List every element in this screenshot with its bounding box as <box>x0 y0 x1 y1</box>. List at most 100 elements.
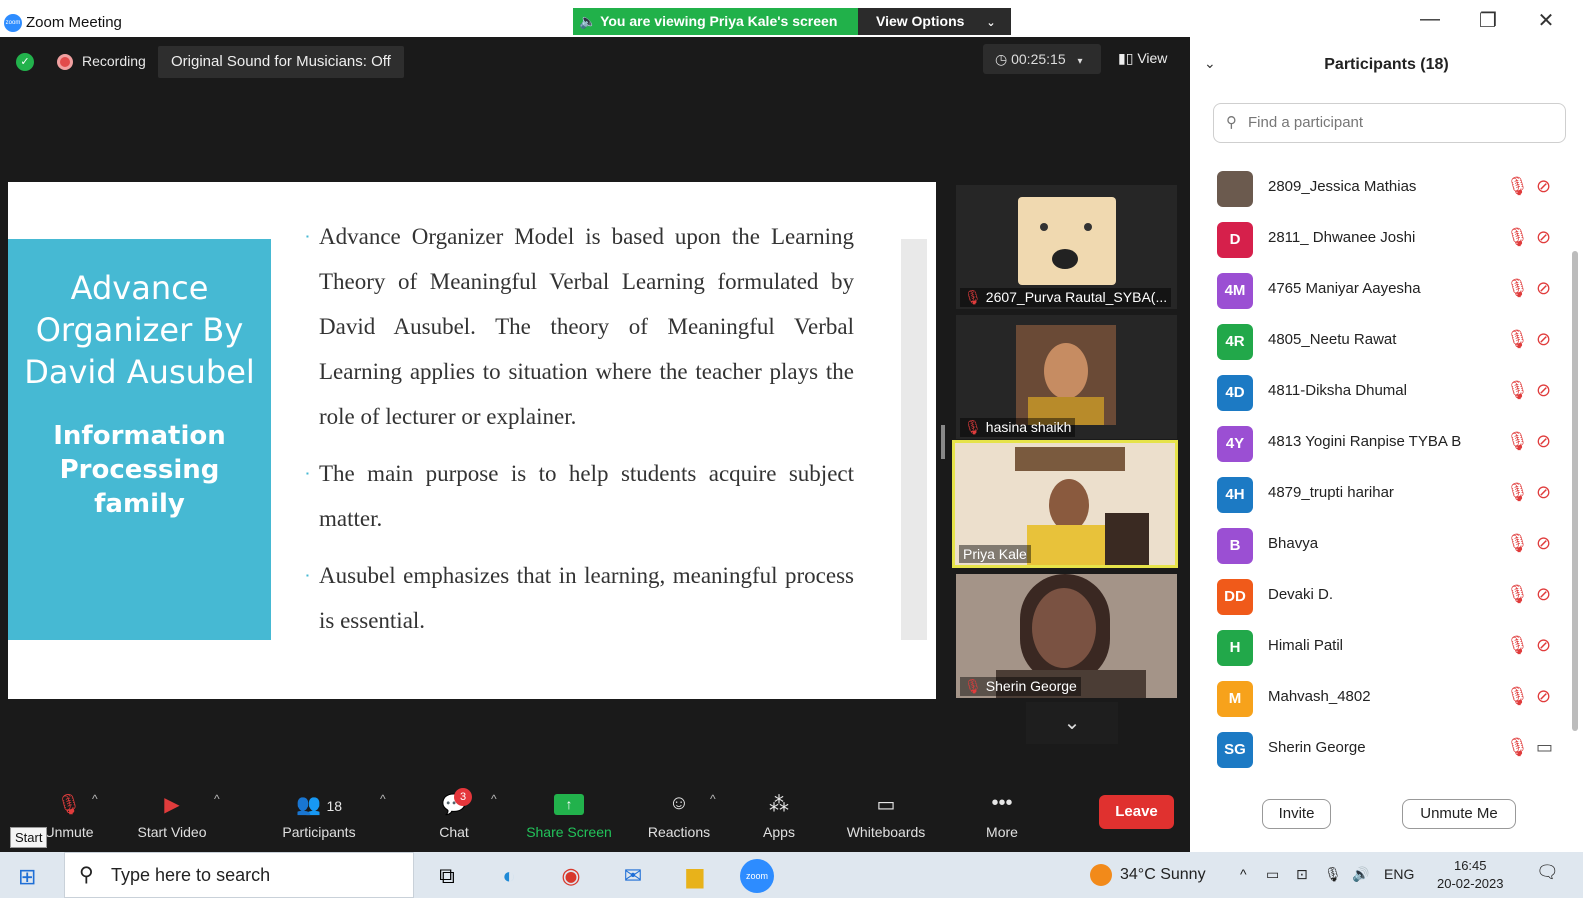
video-off-icon[interactable]: ⊘ <box>1536 635 1551 656</box>
participant-row[interactable]: DD Devaki D. 🎙 ⊘ <box>1217 571 1572 622</box>
participant-row[interactable]: SG Sherin George 🎙 ▭ <box>1217 724 1572 775</box>
participant-row[interactable]: 4D 4811-Diksha Dhumal 🎙 ⊘ <box>1217 367 1572 418</box>
mic-muted-icon[interactable]: 🎙 <box>1506 431 1529 452</box>
chat-label: Chat <box>439 824 469 840</box>
video-off-icon[interactable]: ⊘ <box>1536 431 1551 452</box>
minimize-button[interactable]: — <box>1410 8 1450 31</box>
audio-options-caret[interactable]: ^ <box>92 792 98 806</box>
mic-muted-icon[interactable]: 🎙 <box>1506 737 1529 758</box>
battery-icon[interactable]: ▭ <box>1266 866 1279 883</box>
tray-chevron-icon[interactable]: ^ <box>1240 866 1247 882</box>
participant-row[interactable]: 4H 4879_trupti harihar 🎙 ⊘ <box>1217 469 1572 520</box>
search-placeholder: Find a participant <box>1248 114 1364 131</box>
video-off-icon[interactable]: ⊘ <box>1536 482 1551 503</box>
video-off-icon[interactable]: ⊘ <box>1536 227 1551 248</box>
meeting-timer[interactable]: ◷ 00:25:15 ▾ <box>983 44 1101 74</box>
unmute-me-button[interactable]: Unmute Me <box>1402 799 1516 829</box>
participant-row[interactable]: H Himali Patil 🎙 ⊘ <box>1217 622 1572 673</box>
chrome-browser-icon[interactable]: ◉ <box>554 859 588 893</box>
mic-muted-icon[interactable]: 🎙 <box>1506 533 1529 554</box>
notifications-icon[interactable]: 🗨 <box>1536 862 1559 883</box>
windows-start-icon[interactable]: ⊞ <box>18 864 36 890</box>
close-button[interactable]: ✕ <box>1526 8 1566 33</box>
video-off-icon[interactable]: ⊘ <box>1536 584 1551 605</box>
shield-icon[interactable]: ✓ <box>16 53 34 71</box>
mic-muted-icon: 🎙 <box>964 419 982 435</box>
participant-search-input[interactable]: ⚲ Find a participant <box>1213 103 1566 143</box>
participant-list-scrollbar[interactable] <box>1572 251 1578 731</box>
participant-row[interactable]: 4R 4805_Neetu Rawat 🎙 ⊘ <box>1217 316 1572 367</box>
original-sound-button[interactable]: Original Sound for Musicians: Off <box>158 46 404 78</box>
participant-name: hasina shaikh <box>985 419 1072 435</box>
mic-muted-icon[interactable]: 🎙 <box>1506 176 1529 197</box>
video-off-icon[interactable]: ⊘ <box>1536 380 1551 401</box>
apps-button[interactable]: ⁂ Apps <box>756 792 802 840</box>
participant-row[interactable]: 2809_Jessica Mathias 🎙 ⊘ <box>1217 163 1572 214</box>
edge-browser-icon[interactable]: ◐ <box>492 859 526 893</box>
participant-name: Sherin George <box>1268 739 1366 756</box>
view-options-button[interactable]: View Options ⌄ <box>858 8 1011 35</box>
share-screen-icon: ↑ <box>554 794 584 815</box>
participants-button[interactable]: 👥 18 Participants <box>277 792 361 840</box>
microphone-icon[interactable]: 🎙 <box>1324 866 1342 883</box>
recording-label[interactable]: Recording <box>82 53 146 69</box>
share-screen-button[interactable]: ↑ Share Screen <box>524 792 614 840</box>
reactions-options-caret[interactable]: ^ <box>710 792 716 806</box>
video-thumbnail[interactable]: 🎙 Sherin George <box>956 574 1177 698</box>
mic-muted-icon[interactable]: 🎙 <box>1506 584 1529 605</box>
network-icon[interactable]: ⊡ <box>1296 866 1308 883</box>
view-button[interactable]: ▮▯ View <box>1118 50 1167 67</box>
mic-muted-icon[interactable]: 🎙 <box>1506 380 1529 401</box>
participant-row[interactable]: B Bhavya 🎙 ⊘ <box>1217 520 1572 571</box>
zoom-taskbar-icon[interactable]: zoom <box>740 859 774 893</box>
slide-subtitle: Information Processing family <box>53 421 226 519</box>
mic-muted-icon[interactable]: 🎙 <box>1506 482 1529 503</box>
chat-button[interactable]: 💬 3 Chat <box>434 788 474 840</box>
video-camera-icon[interactable]: ▭ <box>1536 737 1553 758</box>
split-divider-handle[interactable] <box>941 425 945 459</box>
task-view-icon[interactable]: ⧉ <box>430 859 464 893</box>
active-speaker-thumbnail[interactable]: Priya Kale <box>952 440 1178 568</box>
mic-muted-icon[interactable]: 🎙 <box>1506 635 1529 656</box>
mic-muted-icon: 🎙 <box>964 289 982 305</box>
whiteboards-button[interactable]: ▭ Whiteboards <box>841 792 931 840</box>
mic-muted-icon[interactable]: 🎙 <box>1506 329 1529 350</box>
language-indicator[interactable]: ENG <box>1384 866 1414 882</box>
video-options-caret[interactable]: ^ <box>214 792 220 806</box>
mic-muted-icon: 🎙 <box>964 678 982 694</box>
participant-row[interactable]: D 2811_ Dhwanee Joshi 🎙 ⊘ <box>1217 214 1572 265</box>
reactions-button[interactable]: ☺ Reactions <box>644 792 714 840</box>
invite-button[interactable]: Invite <box>1262 799 1331 829</box>
leave-button[interactable]: Leave <box>1099 795 1174 829</box>
start-video-button[interactable]: ▶ Start Video <box>130 792 214 840</box>
mic-muted-icon[interactable]: 🎙 <box>1506 278 1529 299</box>
restore-button[interactable]: ❐ <box>1468 8 1508 33</box>
thumbnails-scroll-down-button[interactable]: ⌄ <box>1026 702 1118 744</box>
taskbar-search-input[interactable]: ⚲ Type here to search <box>64 852 414 898</box>
clock-date: 20-02-2023 <box>1437 876 1504 891</box>
chat-options-caret[interactable]: ^ <box>491 792 497 806</box>
taskbar-clock[interactable]: 16:45 20-02-2023 <box>1437 857 1504 893</box>
participants-icon: 👥 18 <box>295 794 343 816</box>
more-button[interactable]: ••• More <box>980 792 1024 840</box>
chat-unread-badge: 3 <box>454 788 472 806</box>
video-off-icon[interactable]: ⊘ <box>1536 533 1551 554</box>
video-off-icon[interactable]: ⊘ <box>1536 686 1551 707</box>
participants-options-caret[interactable]: ^ <box>380 792 386 806</box>
video-thumbnail[interactable]: 🎙 hasina shaikh <box>956 315 1177 439</box>
mic-muted-icon[interactable]: 🎙 <box>1506 686 1529 707</box>
video-thumbnail[interactable]: 🎙 2607_Purva Rautal_SYBA(... <box>956 185 1177 309</box>
file-explorer-icon[interactable]: ▆ <box>678 859 712 893</box>
participant-row[interactable]: M Mahvash_4802 🎙 ⊘ <box>1217 673 1572 724</box>
mic-muted-icon[interactable]: 🎙 <box>1506 227 1529 248</box>
video-off-icon[interactable]: ⊘ <box>1536 329 1551 350</box>
clock-time: 16:45 <box>1453 858 1487 873</box>
participant-row[interactable]: 4M 4765 Maniyar Aayesha 🎙 ⊘ <box>1217 265 1572 316</box>
participant-video-image <box>1016 325 1116 425</box>
video-off-icon[interactable]: ⊘ <box>1536 278 1551 299</box>
participant-row[interactable]: 4Y 4813 Yogini Ranpise TYBA B 🎙 ⊘ <box>1217 418 1572 469</box>
weather-widget[interactable]: 34°C Sunny <box>1090 864 1206 886</box>
volume-icon[interactable]: 🔊 <box>1352 866 1369 883</box>
video-off-icon[interactable]: ⊘ <box>1536 176 1551 197</box>
mail-icon[interactable]: ✉ <box>616 859 650 893</box>
